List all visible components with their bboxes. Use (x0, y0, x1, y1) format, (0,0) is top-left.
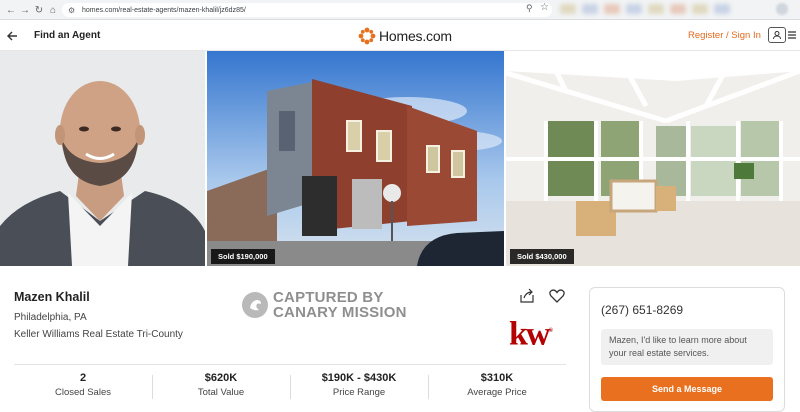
divider (14, 364, 566, 365)
stat-closed-sales: 2 Closed Sales (14, 372, 152, 402)
zoom-icon[interactable]: ⚲ (526, 3, 533, 14)
stat-label: Total Value (197, 387, 245, 398)
homes-logo-icon (358, 27, 376, 45)
house-photo[interactable]: Sold $190,000 (207, 51, 504, 266)
url-text: homes.com/real-estate-agents/mazen-khali… (82, 6, 246, 14)
menu-icon[interactable] (787, 29, 797, 41)
agent-photo[interactable] (0, 51, 205, 266)
profile-icon[interactable] (768, 27, 786, 43)
site-info-icon[interactable]: ⚙ (68, 6, 78, 15)
sunroom-photo[interactable]: Sold $430,000 (506, 51, 800, 266)
register-sign-in-link[interactable]: Register / Sign In (688, 30, 761, 41)
stat-value: $620K (204, 372, 238, 384)
sold-badge: Sold $430,000 (510, 249, 574, 264)
site-header: Find an Agent Homes.com Register / Sign … (0, 21, 800, 51)
stat-value: $310K (480, 372, 514, 384)
phone-number-link[interactable]: (267) 651-8269 (601, 303, 683, 317)
stats-row: 2 Closed Sales $620K Total Value $190K -… (14, 372, 566, 402)
back-arrow-icon[interactable] (6, 29, 18, 45)
watermark-line2: CANARY MISSION (273, 304, 407, 321)
sold-badge: Sold $190,000 (211, 249, 275, 264)
extensions-area (560, 4, 760, 16)
browser-toolbar: ← → ↻ ⌂ ⚙ homes.com/real-estate-agents/m… (0, 0, 800, 20)
agent-company: Keller Williams Real Estate Tri-County (14, 329, 183, 340)
canary-bird-icon (242, 292, 268, 318)
watermark-line1: CAPTURED BY (273, 289, 384, 306)
contact-card: (267) 651-8269 Mazen, I'd like to learn … (589, 287, 785, 412)
stat-label: Average Price (467, 387, 527, 398)
agent-name: Mazen Khalil (14, 290, 90, 304)
stat-average-price: $310K Average Price (428, 372, 566, 402)
browser-profile-icon[interactable] (776, 3, 788, 15)
message-textarea[interactable]: Mazen, I'd like to learn more about your… (601, 329, 773, 365)
agent-location: Philadelphia, PA (14, 312, 87, 323)
stat-value: 2 (79, 372, 87, 384)
logo-text: Homes.com (379, 28, 452, 44)
bookmark-star-icon[interactable]: ☆ (540, 2, 549, 13)
heart-icon[interactable] (548, 287, 566, 305)
send-message-button[interactable]: Send a Message (601, 377, 773, 401)
address-bar[interactable]: ⚙ homes.com/real-estate-agents/mazen-kha… (62, 3, 552, 17)
page-title: Find an Agent (34, 30, 101, 41)
homes-logo[interactable]: Homes.com (358, 27, 452, 45)
stat-total-value: $620K Total Value (152, 372, 290, 402)
stat-price-range: $190K - $430K Price Range (290, 372, 428, 402)
stat-label: Price Range (332, 387, 386, 398)
share-icon[interactable] (519, 288, 535, 304)
stat-value: $190K - $430K (321, 372, 397, 384)
kw-logo: kw® (509, 315, 553, 353)
stat-label: Closed Sales (55, 387, 111, 398)
home-icon[interactable]: ⌂ (45, 2, 61, 18)
canary-mission-watermark: CAPTURED BY CANARY MISSION (242, 290, 407, 320)
